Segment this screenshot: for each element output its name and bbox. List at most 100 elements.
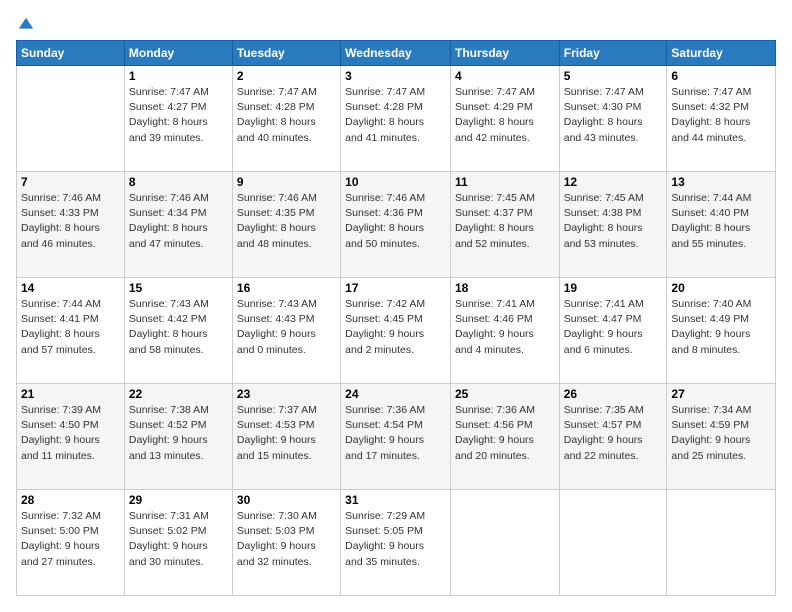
calendar-cell: 11 Sunrise: 7:45 AM Sunset: 4:37 PM Dayli… [450, 172, 559, 278]
day-number: 13 [671, 175, 771, 189]
day-detail: Sunrise: 7:46 AM Sunset: 4:33 PM Dayligh… [21, 191, 120, 252]
day-number: 5 [564, 69, 663, 83]
day-detail: Sunrise: 7:44 AM Sunset: 4:40 PM Dayligh… [671, 191, 771, 252]
day-detail: Sunrise: 7:41 AM Sunset: 4:47 PM Dayligh… [564, 297, 663, 358]
page: SundayMondayTuesdayWednesdayThursdayFrid… [0, 0, 792, 612]
calendar-cell: 18 Sunrise: 7:41 AM Sunset: 4:46 PM Dayli… [450, 278, 559, 384]
day-detail: Sunrise: 7:37 AM Sunset: 4:53 PM Dayligh… [237, 403, 336, 464]
calendar-table: SundayMondayTuesdayWednesdayThursdayFrid… [16, 40, 776, 596]
day-number: 23 [237, 387, 336, 401]
day-number: 2 [237, 69, 336, 83]
calendar-cell: 3Sunrise: 7:47 AM Sunset: 4:28 PM Daylig… [341, 66, 451, 172]
day-number: 24 [345, 387, 446, 401]
day-detail: Sunrise: 7:36 AM Sunset: 4:56 PM Dayligh… [455, 403, 555, 464]
calendar-day-header: Saturday [667, 41, 776, 66]
day-detail: Sunrise: 7:34 AM Sunset: 4:59 PM Dayligh… [671, 403, 771, 464]
day-number: 8 [129, 175, 228, 189]
day-number: 14 [21, 281, 120, 295]
calendar-week-row: 7 Sunrise: 7:46 AM Sunset: 4:33 PM Daylig… [17, 172, 776, 278]
day-detail: Sunrise: 7:41 AM Sunset: 4:46 PM Dayligh… [455, 297, 555, 358]
day-number: 17 [345, 281, 446, 295]
calendar-header-row: SundayMondayTuesdayWednesdayThursdayFrid… [17, 41, 776, 66]
calendar-cell [17, 66, 125, 172]
calendar-day-header: Tuesday [232, 41, 340, 66]
day-number: 3 [345, 69, 446, 83]
day-number: 6 [671, 69, 771, 83]
day-detail: Sunrise: 7:47 AM Sunset: 4:29 PM Dayligh… [455, 85, 555, 146]
calendar-cell: 10 Sunrise: 7:46 AM Sunset: 4:36 PM Dayli… [341, 172, 451, 278]
calendar-cell: 13 Sunrise: 7:44 AM Sunset: 4:40 PM Dayli… [667, 172, 776, 278]
day-number: 22 [129, 387, 228, 401]
day-number: 11 [455, 175, 555, 189]
day-number: 20 [671, 281, 771, 295]
calendar-day-header: Sunday [17, 41, 125, 66]
day-detail: Sunrise: 7:35 AM Sunset: 4:57 PM Dayligh… [564, 403, 663, 464]
calendar-cell: 31Sunrise: 7:29 AM Sunset: 5:05 PM Dayli… [341, 490, 451, 596]
day-detail: Sunrise: 7:36 AM Sunset: 4:54 PM Dayligh… [345, 403, 446, 464]
day-number: 12 [564, 175, 663, 189]
logo-icon [17, 16, 35, 34]
day-detail: Sunrise: 7:46 AM Sunset: 4:36 PM Dayligh… [345, 191, 446, 252]
day-number: 1 [129, 69, 228, 83]
day-detail: Sunrise: 7:43 AM Sunset: 4:43 PM Dayligh… [237, 297, 336, 358]
day-number: 9 [237, 175, 336, 189]
calendar-cell: 30Sunrise: 7:30 AM Sunset: 5:03 PM Dayli… [232, 490, 340, 596]
logo [16, 16, 35, 30]
calendar-cell: 23 Sunrise: 7:37 AM Sunset: 4:53 PM Dayli… [232, 384, 340, 490]
day-detail: Sunrise: 7:47 AM Sunset: 4:27 PM Dayligh… [129, 85, 228, 146]
calendar-cell: 7 Sunrise: 7:46 AM Sunset: 4:33 PM Daylig… [17, 172, 125, 278]
day-detail: Sunrise: 7:40 AM Sunset: 4:49 PM Dayligh… [671, 297, 771, 358]
calendar-cell [667, 490, 776, 596]
day-number: 16 [237, 281, 336, 295]
calendar-cell: 17 Sunrise: 7:42 AM Sunset: 4:45 PM Dayli… [341, 278, 451, 384]
day-detail: Sunrise: 7:45 AM Sunset: 4:37 PM Dayligh… [455, 191, 555, 252]
day-detail: Sunrise: 7:44 AM Sunset: 4:41 PM Dayligh… [21, 297, 120, 358]
day-number: 7 [21, 175, 120, 189]
day-number: 21 [21, 387, 120, 401]
day-detail: Sunrise: 7:30 AM Sunset: 5:03 PM Dayligh… [237, 509, 336, 570]
calendar-cell: 9 Sunrise: 7:46 AM Sunset: 4:35 PM Daylig… [232, 172, 340, 278]
calendar-cell: 16 Sunrise: 7:43 AM Sunset: 4:43 PM Dayli… [232, 278, 340, 384]
day-detail: Sunrise: 7:38 AM Sunset: 4:52 PM Dayligh… [129, 403, 228, 464]
day-detail: Sunrise: 7:46 AM Sunset: 4:35 PM Dayligh… [237, 191, 336, 252]
calendar-day-header: Wednesday [341, 41, 451, 66]
calendar-day-header: Thursday [450, 41, 559, 66]
calendar-week-row: 1 Sunrise: 7:47 AM Sunset: 4:27 PM Daylig… [17, 66, 776, 172]
day-detail: Sunrise: 7:45 AM Sunset: 4:38 PM Dayligh… [564, 191, 663, 252]
calendar-cell: 14 Sunrise: 7:44 AM Sunset: 4:41 PM Dayli… [17, 278, 125, 384]
calendar-cell: 6 Sunrise: 7:47 AM Sunset: 4:32 PM Daylig… [667, 66, 776, 172]
header [16, 16, 776, 30]
calendar-day-header: Monday [124, 41, 232, 66]
calendar-cell: 27 Sunrise: 7:34 AM Sunset: 4:59 PM Dayli… [667, 384, 776, 490]
day-number: 28 [21, 493, 120, 507]
calendar-cell: 28 Sunrise: 7:32 AM Sunset: 5:00 PM Dayli… [17, 490, 125, 596]
day-detail: Sunrise: 7:47 AM Sunset: 4:32 PM Dayligh… [671, 85, 771, 146]
day-number: 29 [129, 493, 228, 507]
day-number: 31 [345, 493, 446, 507]
day-detail: Sunrise: 7:31 AM Sunset: 5:02 PM Dayligh… [129, 509, 228, 570]
calendar-cell: 26 Sunrise: 7:35 AM Sunset: 4:57 PM Dayli… [559, 384, 667, 490]
day-detail: Sunrise: 7:46 AM Sunset: 4:34 PM Dayligh… [129, 191, 228, 252]
day-detail: Sunrise: 7:47 AM Sunset: 4:28 PM Dayligh… [237, 85, 336, 146]
calendar-cell: 25Sunrise: 7:36 AM Sunset: 4:56 PM Dayli… [450, 384, 559, 490]
calendar-cell: 12 Sunrise: 7:45 AM Sunset: 4:38 PM Dayli… [559, 172, 667, 278]
day-number: 10 [345, 175, 446, 189]
calendar-cell: 1 Sunrise: 7:47 AM Sunset: 4:27 PM Daylig… [124, 66, 232, 172]
calendar-cell: 22 Sunrise: 7:38 AM Sunset: 4:52 PM Dayli… [124, 384, 232, 490]
calendar-cell [559, 490, 667, 596]
calendar-cell: 15Sunrise: 7:43 AM Sunset: 4:42 PM Dayli… [124, 278, 232, 384]
day-number: 26 [564, 387, 663, 401]
day-detail: Sunrise: 7:32 AM Sunset: 5:00 PM Dayligh… [21, 509, 120, 570]
calendar-week-row: 28 Sunrise: 7:32 AM Sunset: 5:00 PM Dayli… [17, 490, 776, 596]
day-detail: Sunrise: 7:43 AM Sunset: 4:42 PM Dayligh… [129, 297, 228, 358]
day-detail: Sunrise: 7:47 AM Sunset: 4:30 PM Dayligh… [564, 85, 663, 146]
calendar-week-row: 14 Sunrise: 7:44 AM Sunset: 4:41 PM Dayli… [17, 278, 776, 384]
day-detail: Sunrise: 7:42 AM Sunset: 4:45 PM Dayligh… [345, 297, 446, 358]
day-number: 4 [455, 69, 555, 83]
calendar-cell: 24 Sunrise: 7:36 AM Sunset: 4:54 PM Dayli… [341, 384, 451, 490]
day-number: 18 [455, 281, 555, 295]
calendar-week-row: 21 Sunrise: 7:39 AM Sunset: 4:50 PM Dayli… [17, 384, 776, 490]
calendar-cell: 20 Sunrise: 7:40 AM Sunset: 4:49 PM Dayli… [667, 278, 776, 384]
day-number: 27 [671, 387, 771, 401]
day-detail: Sunrise: 7:39 AM Sunset: 4:50 PM Dayligh… [21, 403, 120, 464]
